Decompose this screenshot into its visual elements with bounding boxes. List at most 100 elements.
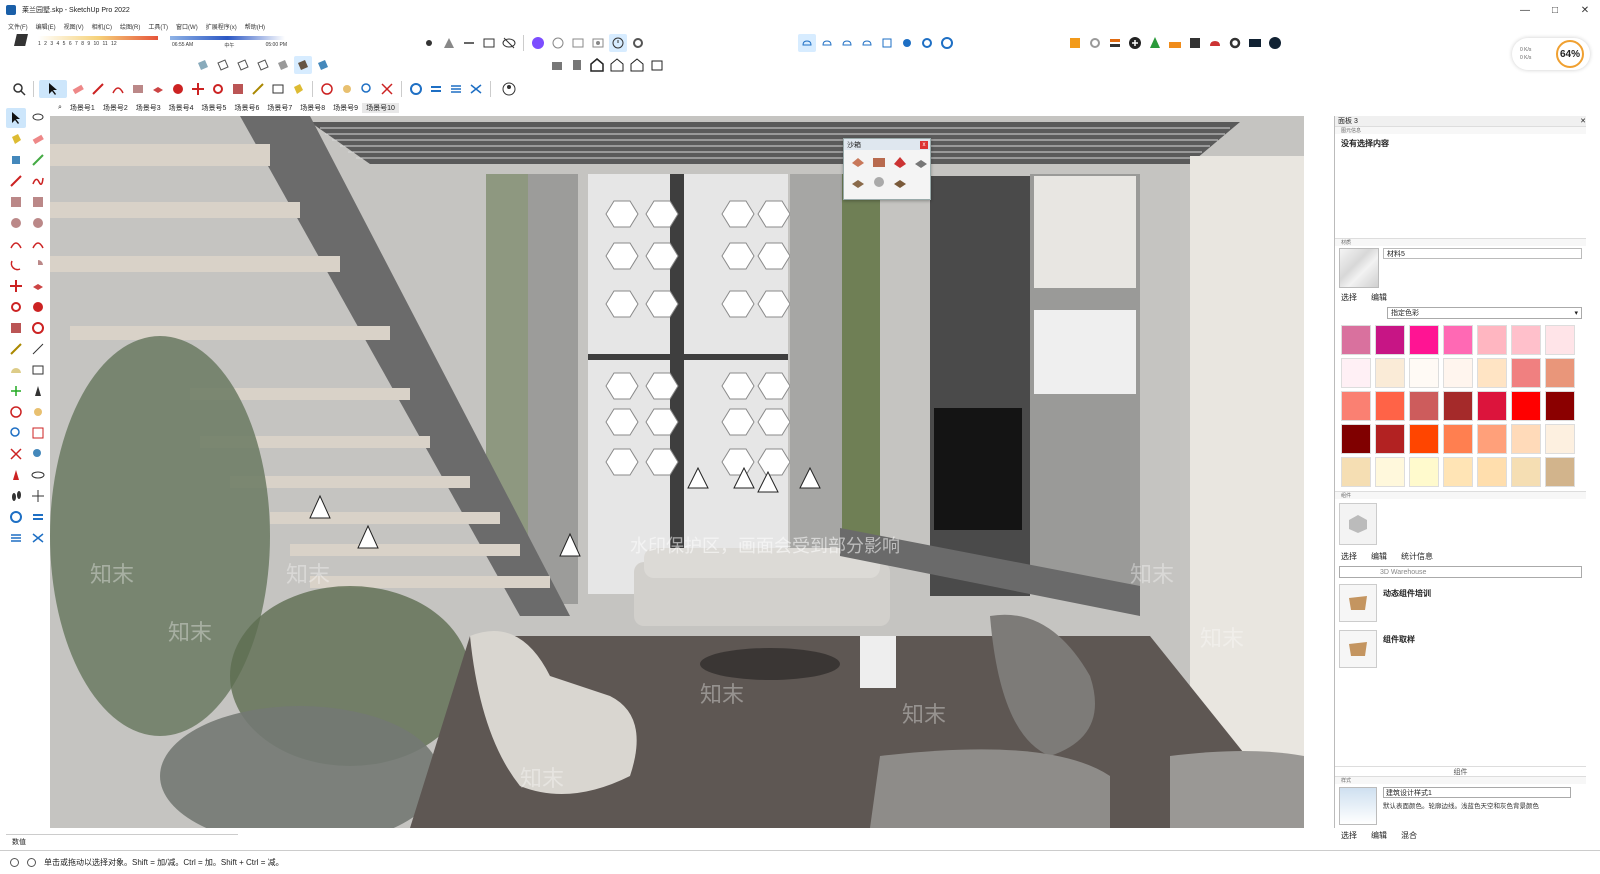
pan-hand-icon[interactable] [28,402,48,422]
xray-style-icon[interactable] [194,56,212,74]
erase-icon[interactable] [28,129,48,149]
look-around-icon[interactable] [28,465,48,485]
warehouse-icon[interactable] [407,80,425,98]
color-swatch[interactable] [1375,457,1405,487]
right-view-icon[interactable] [608,56,626,74]
cone-icon[interactable] [440,34,458,52]
warehouse-blue-icon[interactable] [6,507,26,527]
styles-tab-mix[interactable]: 混合 [1401,830,1417,841]
left-view-icon[interactable] [648,56,666,74]
components-tab-statistics[interactable]: 统计信息 [1401,551,1433,562]
pushpull-red-icon[interactable] [28,276,48,296]
color-swatch[interactable] [1409,424,1439,454]
front-view-icon[interactable] [588,56,606,74]
measurements-box[interactable]: 数值 [6,834,238,848]
color-swatch[interactable] [1477,358,1507,388]
materials-tab-select[interactable]: 选择 [1341,292,1357,303]
menu-help[interactable]: 帮助(H) [245,22,265,31]
move-icon[interactable] [189,80,207,98]
color-swatch[interactable] [1375,391,1405,421]
rotate-red-icon[interactable] [6,297,26,317]
color-swatch[interactable] [1443,325,1473,355]
color-swatch[interactable] [1511,391,1541,421]
scale-icon[interactable] [229,80,247,98]
color-swatch[interactable] [1409,391,1439,421]
shaded-icon[interactable] [274,56,292,74]
line-icon[interactable] [460,34,478,52]
rectangle-tool-icon[interactable] [129,80,147,98]
lasso-icon[interactable] [28,108,48,128]
plugin-orange-icon[interactable] [1066,34,1084,52]
component-icon[interactable] [6,150,26,170]
timer-icon[interactable] [609,34,627,52]
arc-2pt-icon[interactable] [6,234,26,254]
material-name-field[interactable]: 材料5 [1383,248,1582,259]
stamp-icon[interactable] [913,154,929,170]
from-scratch-icon[interactable] [871,154,887,170]
color-swatch[interactable] [1545,457,1575,487]
color-swatch[interactable] [1443,391,1473,421]
pencil-green-icon[interactable] [28,150,48,170]
hidden-line-icon[interactable] [254,56,272,74]
color-swatch[interactable] [1375,325,1405,355]
cloud-upload-icon[interactable] [838,34,856,52]
sun-icon[interactable] [420,34,438,52]
scale-red-icon[interactable] [6,318,26,338]
back-view-icon[interactable] [628,56,646,74]
styles-header[interactable]: 样式 [1335,776,1586,784]
section-plane-icon[interactable] [28,486,48,506]
shaded-textures-icon[interactable] [294,56,312,74]
select-arrow-icon[interactable] [6,108,26,128]
previous-view-icon[interactable] [28,444,48,464]
move-red-icon[interactable] [6,276,26,296]
menu-file[interactable]: 文件(F) [8,22,28,31]
gear-icon[interactable] [1226,34,1244,52]
pan-icon[interactable] [338,80,356,98]
zoom-icon[interactable] [358,80,376,98]
plugin-purple-icon[interactable] [529,34,547,52]
top-view-icon[interactable] [568,56,586,74]
minimize-button[interactable]: — [1510,0,1540,20]
paint-bucket-icon[interactable] [289,80,307,98]
tree-icon[interactable] [1146,34,1164,52]
material-collection-select[interactable]: 指定色彩 ▾ [1387,307,1582,319]
zoom-search-icon[interactable] [10,80,28,98]
scene-search-icon[interactable]: ⌕ [54,104,66,112]
color-swatch[interactable] [1341,391,1371,421]
pie-icon[interactable] [28,255,48,275]
3d-text-icon[interactable] [28,381,48,401]
color-swatch[interactable] [1545,325,1575,355]
rect-brown-icon[interactable] [6,192,26,212]
color-swatch[interactable] [1409,325,1439,355]
cloud-download-icon[interactable] [858,34,876,52]
tray-close-icon[interactable]: ✕ [1580,117,1586,125]
color-swatch[interactable] [1511,325,1541,355]
smoove-icon[interactable] [892,154,908,170]
freehand-icon[interactable] [28,171,48,191]
zoom-window-icon[interactable] [28,423,48,443]
component-list-item[interactable]: 动态组件培训 [1335,580,1586,626]
entity-info-header[interactable]: 图元信息 [1335,126,1586,134]
materials-tab-edit[interactable]: 编辑 [1371,292,1387,303]
xray-toggle-icon[interactable] [500,34,518,52]
arc-center-icon[interactable] [6,255,26,275]
components-header[interactable]: 组件 [1335,491,1586,499]
circle-icon[interactable] [6,213,26,233]
style-name-field[interactable]: 建筑设计样式1 [1383,787,1571,798]
rectangle-icon[interactable] [480,34,498,52]
back-edges-icon[interactable] [214,56,232,74]
time-slider[interactable] [170,36,285,40]
cloud-red-icon[interactable] [1206,34,1224,52]
color-swatch[interactable] [1375,358,1405,388]
paint-icon[interactable] [6,129,26,149]
eraser-icon[interactable] [69,80,87,98]
scene-camera-icon[interactable] [569,34,587,52]
sandbox-blue-icon[interactable] [28,528,48,548]
iso-view-icon[interactable] [548,56,566,74]
scene-tab[interactable]: 场景号1 [66,103,99,113]
zoom-blue-icon[interactable] [6,423,26,443]
menu-edit[interactable]: 编辑(E) [36,22,56,31]
offset-icon[interactable] [28,318,48,338]
checker-icon[interactable] [1186,34,1204,52]
color-swatch[interactable] [1409,358,1439,388]
